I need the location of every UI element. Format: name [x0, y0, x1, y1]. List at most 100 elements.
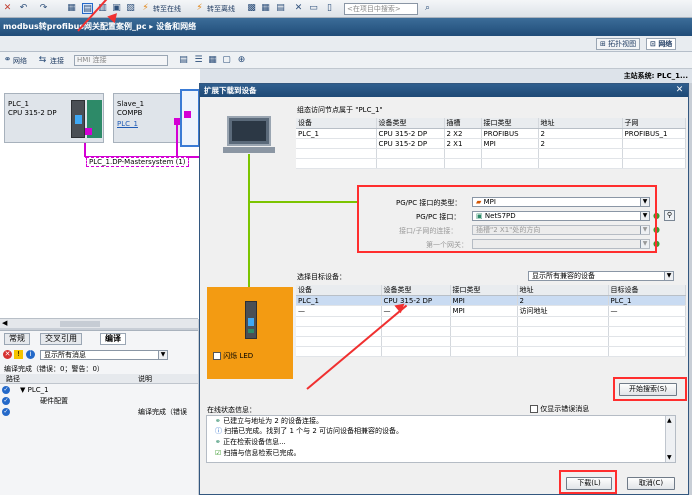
table-row-selected[interactable]: PLC_1 CPU 315-2 DP MPI 2 PLC_1 [296, 295, 686, 306]
go-online-button[interactable]: 转至在线 [153, 4, 181, 14]
message-filter-select[interactable]: 显示所有消息 ▼ [40, 350, 168, 360]
canvas-scrollbar[interactable]: ◀ [0, 318, 198, 328]
slave-name: Slave_1 [117, 100, 145, 108]
col-device: 设备 [296, 118, 377, 129]
tab-compile[interactable]: 编译 [100, 333, 126, 345]
split-view-icon[interactable]: ▤ [275, 3, 286, 14]
network-mode-button[interactable]: 网络 [13, 56, 27, 66]
tab-topology-view[interactable]: ⊞ 拓扑视图 [596, 38, 641, 50]
close-editor-icon[interactable]: ✕ [293, 3, 304, 14]
status-log: ⚭ 已建立与地址为 2 的设备连接。 ⓘ 扫描已完成。找到了 1 个与 2 可访… [206, 415, 676, 463]
compile-icon[interactable]: ▦ [66, 3, 77, 14]
log-scrollbar[interactable]: ▲ ▼ [665, 416, 675, 462]
log-entry: ⚭ 正在检索设备信息... [215, 438, 286, 446]
scroll-down-icon[interactable]: ▼ [667, 454, 672, 461]
list-view-icon[interactable]: ☰ [193, 55, 204, 66]
table-row[interactable]: PLC_1 CPU 315-2 DP 2 X2 PROFIBUS 2 PROFI… [296, 128, 686, 139]
accessible-devices-icon[interactable]: ▩ [246, 3, 257, 14]
error-filter-icon[interactable]: ✕ [3, 350, 12, 359]
hmi-connection-select[interactable]: HMI 连接 [74, 55, 168, 66]
highlight-box-pgpc [357, 185, 657, 253]
log-entry: ☑ 扫描与信息检索已完成。 [215, 449, 301, 457]
download-to-device-icon[interactable]: ▤ [82, 3, 93, 14]
network-mode-icon[interactable]: ⚭ [2, 55, 13, 66]
scroll-up-icon[interactable]: ▲ [667, 417, 672, 424]
inspector-panel: 常规 交叉引用 编译 ✕ ! i 显示所有消息 ▼ 编译完成（错误：0；警告：0… [0, 330, 198, 495]
col-device-type: 设备类型 [376, 118, 445, 129]
cell: MPI [481, 138, 539, 149]
connection-line [248, 154, 250, 287]
cpu-module-icon [245, 301, 257, 339]
table-row [296, 158, 686, 169]
plc-dp-port[interactable] [85, 128, 92, 135]
config-nodes-label: 组态访问节点属于 "PLC_1" [297, 106, 383, 114]
col-interface-type: 接口类型 [450, 285, 518, 296]
target-filter-select[interactable]: 显示所有兼容的设备 ▼ [528, 271, 674, 281]
redo-icon[interactable]: ↷ [38, 3, 49, 14]
slave-master-link[interactable]: PLC_1 [117, 120, 138, 128]
tab-network-view[interactable]: ⊡ 网络 [646, 38, 677, 50]
zoom-icon[interactable]: ⊕ [236, 55, 247, 66]
target-devices-label: 选择目标设备： [297, 273, 346, 281]
plc-bus-drop [84, 143, 86, 157]
network-label[interactable]: PLC_1.DP-Mastersystem (1) [86, 157, 189, 167]
log-entry: ⚭ 已建立与地址为 2 的设备连接。 [215, 417, 323, 425]
cell: PROFIBUS_1 [622, 128, 686, 139]
stop-icon[interactable]: ▧ [125, 3, 136, 14]
go-offline-button[interactable]: 转至离线 [207, 4, 235, 14]
list-item[interactable]: ✓ ▼ PLC_1 [0, 385, 198, 395]
compile-summary: 编译完成（错误：0；警告：0） [4, 365, 104, 373]
properties-icon[interactable]: ⚲ [664, 210, 675, 221]
breadcrumb: modbus转profibus网关配置案例_pc ▸ 设备和网络 [0, 18, 692, 36]
tab-general[interactable]: 常规 [4, 333, 30, 345]
undo-icon[interactable]: ↶ [18, 3, 29, 14]
go-offline-icon[interactable]: ⚡ [194, 3, 205, 14]
check-icon: ✓ [2, 408, 10, 416]
project-search-input[interactable]: <在项目中搜索> [344, 3, 418, 15]
split-horizontal-icon[interactable]: ▭ [308, 3, 319, 14]
close-icon[interactable]: ✕ [2, 3, 13, 14]
list-item[interactable]: ✓ 编译完成（错误 [0, 407, 198, 417]
table-row[interactable]: — — MPI 访问地址 — [296, 305, 686, 317]
close-icon[interactable]: ✕ [674, 85, 685, 96]
col-path: 路径 [6, 375, 20, 383]
cell: 2 X1 [444, 138, 482, 149]
info-filter-icon[interactable]: i [26, 350, 35, 359]
grid-view-icon[interactable]: ▦ [207, 55, 218, 66]
cancel-button[interactable]: 取消(C) [627, 477, 675, 490]
col-address: 地址 [517, 285, 609, 296]
target-device-panel: 闪烁 LED [207, 287, 293, 379]
network-canvas[interactable]: PLC_1 CPU 315-2 DP Slave_1 COMPB PLC_1 [0, 69, 200, 319]
only-errors-checkbox[interactable]: 仅显示错误消息 [530, 404, 589, 414]
warning-filter-icon[interactable]: ! [14, 350, 23, 359]
binoculars-icon[interactable]: ⌕ [422, 3, 433, 14]
row-path: ▼ PLC_1 [20, 386, 49, 394]
col-description: 说明 [138, 375, 152, 383]
list-item[interactable]: ✓ 硬件配置 [0, 396, 198, 406]
fit-view-icon[interactable]: ▢ [221, 55, 232, 66]
network-view-icon[interactable]: ▤ [178, 55, 189, 66]
connections-mode-button[interactable]: 连接 [50, 56, 64, 66]
scroll-left-icon[interactable]: ◀ [2, 319, 7, 327]
plc-device[interactable]: PLC_1 CPU 315-2 DP [4, 93, 104, 143]
scroll-thumb[interactable] [60, 321, 100, 327]
tab-cross-reference[interactable]: 交叉引用 [40, 333, 82, 345]
split-vertical-icon[interactable]: ▯ [324, 3, 335, 14]
flash-led-checkbox[interactable]: 闪烁 LED [213, 351, 253, 361]
col-device: 设备 [296, 285, 382, 296]
cell: 2 X2 [444, 128, 482, 139]
connections-mode-icon[interactable]: ⇆ [37, 55, 48, 66]
row-path: 硬件配置 [40, 397, 68, 405]
config-nodes-table: 设备 设备类型 插槽 接口类型 地址 子网 PLC_1 CPU 315-2 DP… [296, 118, 686, 169]
col-subnet: 子网 [622, 118, 686, 129]
cell: 2 [517, 295, 609, 306]
cell: PLC_1 [608, 295, 686, 306]
dialog-title: 扩展下载到设备 [200, 84, 688, 97]
table-row[interactable]: CPU 315-2 DP 2 X1 MPI 2 [296, 138, 686, 149]
device-partial[interactable] [180, 89, 200, 147]
cross-reference-icon[interactable]: ▦ [260, 3, 271, 14]
plc-name: PLC_1 [8, 100, 29, 108]
go-online-icon[interactable]: ⚡ [140, 3, 151, 14]
check-icon: ☑ [215, 449, 224, 457]
retrieve-icon: ⚭ [215, 438, 224, 446]
